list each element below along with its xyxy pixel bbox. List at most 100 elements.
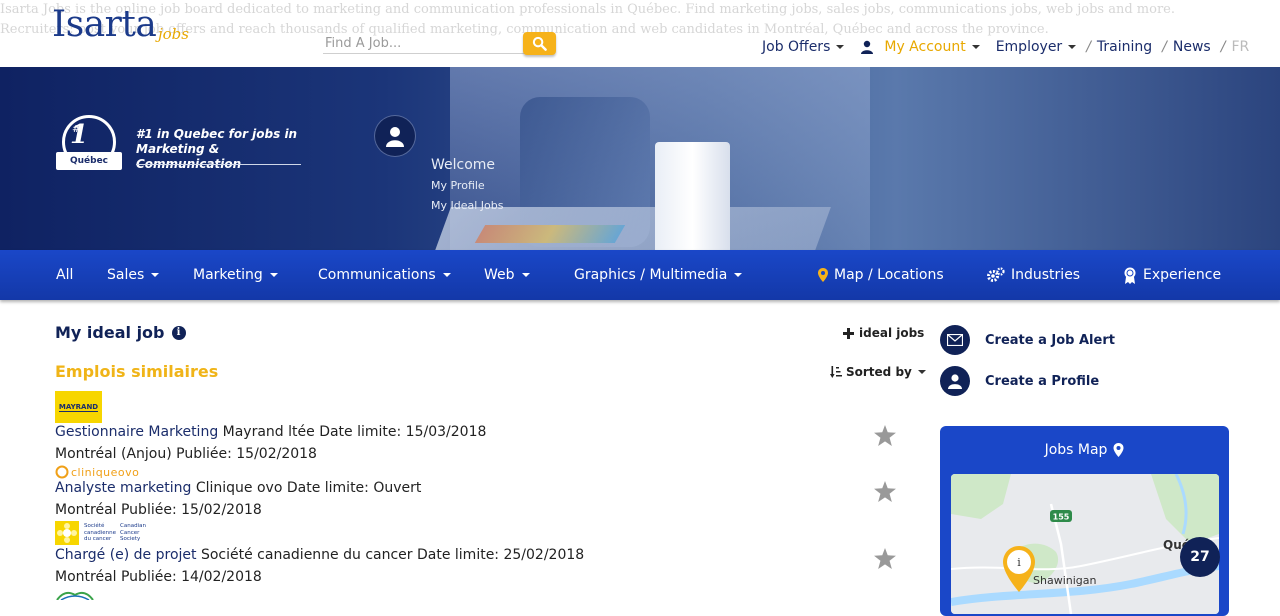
- nav-sales[interactable]: Sales: [107, 250, 160, 300]
- star-icon[interactable]: [874, 548, 896, 569]
- chevron-down-icon: [1068, 45, 1077, 49]
- job-row: Gestionnaire Marketing Mayrand ltée Date…: [55, 424, 486, 440]
- top-bar: Isarta Jobs is the online job board dedi…: [0, 0, 1280, 67]
- daffodil-icon: [55, 521, 79, 545]
- chevron-down-icon: [151, 273, 160, 277]
- search-button[interactable]: [523, 32, 556, 55]
- job-title-link[interactable]: Chargé (e) de projet: [55, 547, 197, 563]
- user-icon: [861, 40, 874, 54]
- envelope-icon: [940, 325, 970, 355]
- company-logo-text: MAYRAND: [58, 402, 99, 412]
- nav-map-label: Map / Locations: [834, 267, 944, 283]
- create-job-alert-button[interactable]: Create a Job Alert: [940, 325, 1115, 355]
- jobs-map-title: Jobs Map: [940, 442, 1229, 458]
- nav-map-locations[interactable]: Map / Locations: [818, 250, 944, 300]
- chevron-down-icon: [521, 273, 530, 277]
- job-details: Société canadienne du cancer Date limite…: [196, 547, 585, 563]
- top-nav: Job Offers My Account Employer / Trainin…: [762, 39, 1255, 55]
- job-details: Mayrand ltée Date limite: 15/03/2018: [218, 424, 487, 440]
- nav-all[interactable]: All: [56, 250, 73, 300]
- background-text-line-2: Recruiters: post your job offers and rea…: [0, 22, 1049, 37]
- star-icon[interactable]: [874, 425, 896, 446]
- job-location: Montréal (Anjou) Publiée: 15/02/2018: [55, 446, 317, 462]
- my-profile-link[interactable]: My Profile: [431, 179, 485, 192]
- plus-icon: [843, 327, 854, 339]
- quebec-badge-ribbon: Québec: [56, 152, 122, 170]
- similar-jobs-heading: Emplois similaires: [55, 362, 219, 381]
- map-cluster-badge[interactable]: 27: [1180, 537, 1220, 577]
- nav-graphics[interactable]: Graphics / Multimedia: [574, 250, 743, 300]
- map-marker-label: i: [1017, 556, 1021, 569]
- nav-marketing[interactable]: Marketing: [193, 250, 278, 300]
- nav-graphics-label: Graphics / Multimedia: [574, 267, 728, 283]
- user-icon: [386, 127, 404, 147]
- add-ideal-jobs-button[interactable]: ideal jobs: [843, 326, 924, 340]
- nav-language-fr[interactable]: FR: [1231, 39, 1249, 55]
- search-input[interactable]: [323, 34, 525, 54]
- background-text: Isarta Jobs is the online job board dedi…: [0, 0, 1280, 40]
- company-logo-partial[interactable]: [55, 589, 95, 600]
- nav-employer[interactable]: Employer: [995, 39, 1077, 55]
- create-profile-button[interactable]: Create a Profile: [940, 366, 1099, 396]
- user-icon: [940, 366, 970, 396]
- hero-photo-cup: [655, 142, 730, 250]
- nav-experience[interactable]: Experience: [1123, 250, 1221, 300]
- nav-job-offers[interactable]: Job Offers: [762, 39, 845, 55]
- sort-dropdown[interactable]: Sorted by: [830, 365, 926, 379]
- category-nav: All Sales Marketing Communications Web G…: [0, 250, 1280, 300]
- job-title-link[interactable]: Analyste marketing: [55, 480, 191, 496]
- chevron-down-icon: [971, 45, 980, 49]
- nav-all-label: All: [56, 267, 74, 283]
- company-logo-cliniqueovo[interactable]: cliniqueovo: [55, 465, 139, 479]
- create-profile-label: Create a Profile: [985, 373, 1100, 389]
- nav-news[interactable]: News: [1173, 39, 1211, 55]
- gears-icon: [987, 267, 1005, 282]
- site-logo[interactable]: Isarta: [52, 4, 157, 45]
- nav-sales-label: Sales: [107, 267, 145, 283]
- jobs-map-label: Jobs Map: [1044, 442, 1108, 458]
- nav-divider: /: [1220, 39, 1226, 55]
- map-canvas: 155 Shawinigan Qué i: [951, 474, 1219, 614]
- nav-marketing-label: Marketing: [193, 267, 263, 283]
- nav-web[interactable]: Web: [484, 250, 530, 300]
- job-location: Montréal Publiée: 14/02/2018: [55, 569, 262, 585]
- nav-my-account[interactable]: My Account: [860, 39, 980, 55]
- route-label: 155: [1053, 513, 1070, 522]
- job-location: Montréal Publiée: 15/02/2018: [55, 502, 262, 518]
- company-logo-mayrand[interactable]: MAYRAND: [55, 391, 102, 423]
- chevron-down-icon: [734, 273, 743, 277]
- map-pin-icon: [818, 268, 828, 282]
- background-text-line-1: Isarta Jobs is the online job board dedi…: [0, 2, 1175, 17]
- star-icon[interactable]: [874, 481, 896, 502]
- company-logo-text: cliniqueovo: [71, 465, 140, 479]
- hero-photo-chart: [474, 225, 626, 243]
- nav-training[interactable]: Training: [1097, 39, 1152, 55]
- welcome-text: Welcome: [431, 157, 496, 173]
- add-ideal-jobs-label: ideal jobs: [859, 326, 925, 340]
- nav-communications-label: Communications: [318, 267, 436, 283]
- hero-divider: [136, 164, 301, 165]
- avatar[interactable]: [375, 116, 415, 156]
- award-icon: [1124, 267, 1136, 284]
- sort-label: Sorted by: [846, 365, 912, 379]
- jobs-map-panel: Jobs Map 155 Shawinigan Qué i: [940, 426, 1229, 616]
- job-row: Chargé (e) de projet Société canadienne …: [55, 547, 584, 563]
- job-title-link[interactable]: Gestionnaire Marketing: [55, 424, 218, 440]
- company-logo-cancer-society[interactable]: Société canadienne du cancer Canadian Ca…: [55, 521, 150, 545]
- chevron-down-icon: [836, 45, 845, 49]
- chevron-down-icon: [917, 370, 926, 374]
- map-pin-icon: [1113, 443, 1124, 457]
- hero-tagline: #1 in Quebec for jobs in Marketing & Com…: [136, 127, 298, 171]
- info-icon[interactable]: i: [171, 325, 186, 340]
- company-logo-text-en: Canadian Cancer Society: [120, 523, 146, 543]
- nav-employer-label: Employer: [995, 39, 1063, 55]
- nav-training-label: Training: [1096, 39, 1153, 55]
- city-label: Shawinigan: [1033, 574, 1096, 587]
- my-ideal-jobs-link[interactable]: My Ideal Jobs: [431, 199, 503, 212]
- nav-experience-label: Experience: [1143, 267, 1222, 283]
- jobs-map[interactable]: 155 Shawinigan Qué i: [951, 474, 1219, 614]
- nav-news-label: News: [1172, 39, 1211, 55]
- nav-communications[interactable]: Communications: [318, 250, 451, 300]
- my-ideal-job-title: My ideal job: [55, 323, 165, 342]
- nav-industries[interactable]: Industries: [987, 250, 1080, 300]
